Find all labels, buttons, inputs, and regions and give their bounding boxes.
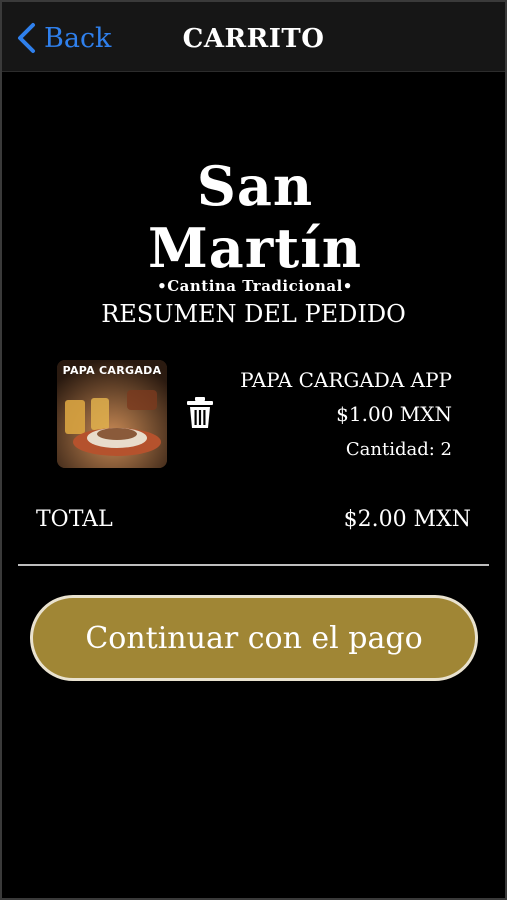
total-label: TOTAL: [36, 507, 113, 532]
page-title: CARRITO: [182, 24, 325, 54]
item-name: PAPA CARGADA APP: [240, 368, 452, 392]
trash-icon: [186, 397, 214, 434]
order-summary-title: RESUMEN DEL PEDIDO: [101, 300, 406, 328]
navigation-bar: Back CARRITO: [2, 2, 505, 72]
continue-to-payment-label: Continuar con el pago: [85, 620, 423, 656]
brand-logo: San Martín •Cantina Tradicional•: [110, 155, 400, 295]
continue-to-payment-button[interactable]: Continuar con el pago: [30, 595, 478, 681]
thumbnail-caption: PAPA CARGADA: [62, 364, 162, 377]
divider: [18, 564, 489, 566]
product-thumbnail: PAPA CARGADA: [57, 360, 167, 468]
item-quantity: Cantidad: 2: [345, 439, 452, 460]
delete-item-button[interactable]: [186, 396, 214, 430]
item-price: $1.00 MXN: [336, 402, 452, 426]
total-value: $2.00 MXN: [343, 507, 471, 532]
brand-name: San Martín: [148, 154, 362, 280]
